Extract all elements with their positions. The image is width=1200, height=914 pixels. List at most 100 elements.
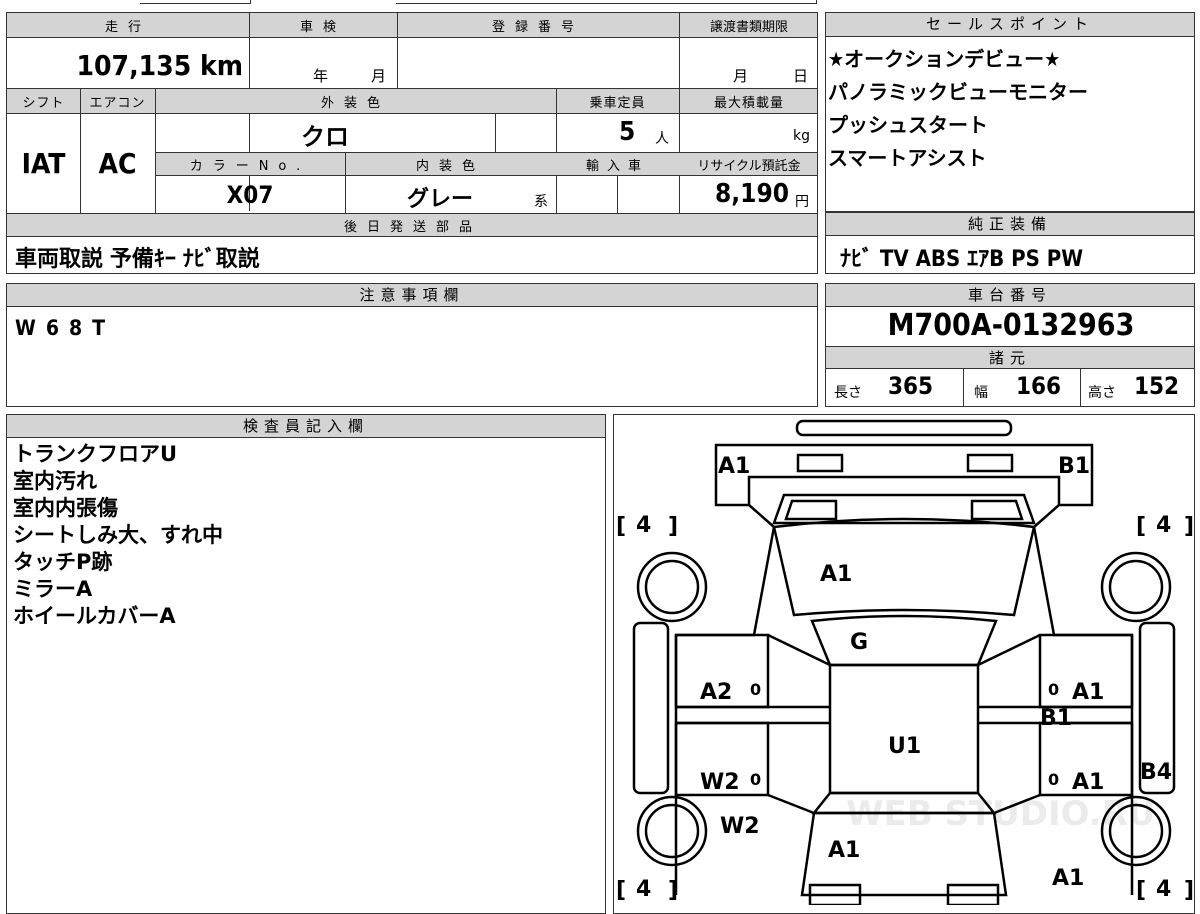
capacity-unit: 人 [655, 131, 669, 147]
inspector-line: ミラーA [13, 577, 93, 601]
mileage-value: 107,135 km [76, 49, 244, 82]
mark-rear-right-corner: A1 [1052, 866, 1084, 891]
height-label: 高さ [1088, 385, 1116, 401]
sales-points-header: セールスポイント [826, 13, 1194, 37]
genuine-equipment-box: 純正装備 ﾅﾋﾞ TV ABS ｴｱB PS PW [825, 212, 1195, 274]
wheel-rear-left-shape [636, 795, 708, 867]
windshield-shape [810, 614, 998, 667]
zero-mark: 0 [1048, 680, 1059, 699]
inspection-label: 車検 [299, 20, 346, 35]
mark-rear-panel: A1 [828, 838, 860, 863]
capacity-value: 5 [619, 117, 636, 147]
sales-points-box: セールスポイント ★オークションデビュー★ パノラミックビューモニター プッシュ… [825, 12, 1195, 212]
inspector-header: 検査員記入欄 [7, 415, 605, 438]
inspector-line: シートしみ大、すれ中 [13, 523, 223, 547]
car-diagram: [ ] [ ] [ ] [ ] 4 4 4 4 A1 B1 A1 G A2 W2… [616, 419, 1194, 905]
svg-text:[: [ [1136, 878, 1146, 903]
color-no-value: X07 [226, 181, 274, 209]
chassis-value: M700A-0132963 [887, 308, 1135, 343]
wheel-front-left-shape [636, 551, 708, 623]
width-value: 166 [1016, 372, 1062, 400]
inspector-line: 室内内張傷 [13, 496, 118, 520]
reg-no-label: 登録番号 [491, 20, 584, 35]
svg-text:]: ] [1184, 514, 1194, 539]
mark-right-mid: B1 [1040, 706, 1072, 731]
svg-text:]: ] [668, 514, 678, 539]
mark-left-front-door: A2 [700, 680, 732, 705]
length-label: 長さ [834, 385, 862, 401]
svg-text:[: [ [1136, 514, 1146, 539]
sales-point-item: パノラミックビューモニター [828, 80, 1088, 104]
mark-left-rear-door: W2 [700, 770, 740, 795]
genuine-equipment-header: 純正装備 [826, 213, 1194, 236]
aircon-value: AC [98, 147, 137, 180]
sales-point-item: プッシュスタート [828, 113, 988, 137]
inspector-box: 検査員記入欄 トランクフロアU 室内汚れ 室内内張傷 シートしみ大、すれ中 タッ… [6, 414, 606, 914]
transfer-deadline-label: 譲渡書類期限 [709, 20, 788, 35]
shift-label: シフト [22, 96, 65, 111]
mark-right-front-door: A1 [1072, 680, 1104, 705]
mark-windshield: G [850, 630, 868, 655]
ext-color-value: クロ [301, 123, 349, 151]
chassis-header: 車台番号 [826, 284, 1194, 307]
mark-left-rear-quarter: W2 [720, 814, 760, 839]
mark-front-right-corner: B1 [1058, 454, 1090, 479]
recycle-unit: 円 [795, 194, 809, 210]
car-diagram-box: [ ] [ ] [ ] [ ] 4 4 4 4 A1 B1 A1 G A2 W2… [613, 414, 1195, 914]
aircon-label: エアコン [89, 96, 146, 111]
int-color-label: 内装色 [415, 159, 485, 174]
mark-right-rear-quarter: B4 [1140, 760, 1172, 785]
genuine-equipment-value: ﾅﾋﾞ TV ABS ｴｱB PS PW [840, 247, 1084, 272]
deadline-month-unit: 月 [733, 67, 749, 85]
recycle-label: リサイクル預託金 [697, 159, 801, 174]
sales-points-list: ★オークションデビュー★ パノラミックビューモニター プッシュスタート スマート… [828, 43, 1088, 175]
zero-mark: 0 [1048, 770, 1059, 789]
inspection-year-unit: 年 [313, 67, 329, 85]
tire-rear-left-value: 4 [636, 877, 651, 902]
tire-front-left-value: 4 [636, 513, 651, 538]
hood-shape [772, 517, 1036, 617]
inspector-lines: トランクフロアU 室内汚れ 室内内張傷 シートしみ大、すれ中 タッチP跡 ミラー… [13, 441, 223, 630]
specs-header: 諸元 [826, 347, 1194, 369]
wheel-front-right-shape [1100, 551, 1172, 623]
front-bumper-shape [795, 419, 1013, 437]
zero-mark: 0 [750, 680, 761, 699]
int-color-suffix: 系 [534, 194, 548, 210]
max-load-label: 最大積載量 [713, 96, 784, 111]
height-value: 152 [1134, 372, 1180, 400]
mark-roof: U1 [888, 734, 921, 759]
int-color-value: グレー [406, 187, 473, 212]
inspector-line: トランクフロアU [13, 442, 178, 466]
sales-point-item: ★オークションデビュー★ [828, 47, 1061, 71]
color-no-label: カラーNo. [189, 159, 311, 174]
roof-shape [828, 663, 980, 795]
notes-value: W68T [15, 316, 116, 340]
mark-hood: A1 [820, 562, 852, 587]
inspector-line: タッチP跡 [13, 550, 113, 574]
inspector-line: 室内汚れ [13, 469, 97, 493]
width-label: 幅 [974, 385, 988, 401]
later-parts-value: 車両取説 予備ｷｰ ﾅﾋﾞ取説 [15, 247, 260, 272]
vehicle-info-sheet: 走行 車検 登録番号 譲渡書類期限 107,135 km 年 月 月 日 シフト… [6, 12, 818, 274]
svg-text:]: ] [668, 878, 678, 903]
inspection-month-unit: 月 [371, 67, 387, 85]
zero-mark: 0 [750, 770, 761, 789]
sales-point-item: スマートアシスト [828, 146, 987, 170]
later-parts-label: 後日発送部品 [343, 220, 482, 235]
top-strip [0, 0, 1200, 5]
left-headlight-shape [796, 453, 844, 473]
svg-text:[: [ [616, 514, 626, 539]
capacity-label: 乗車定員 [589, 96, 646, 111]
mark-front-left-corner: A1 [718, 454, 750, 479]
notes-box: 注意事項欄 W68T [6, 283, 818, 407]
svg-text:]: ] [1184, 878, 1194, 903]
watermark-text: WEB STUDIO.RU [846, 794, 1156, 834]
left-sill-shape [632, 621, 670, 795]
deadline-day-unit: 日 [793, 67, 809, 85]
mileage-label: 走行 [104, 20, 151, 35]
inspector-line: ホイールカバーA [13, 604, 176, 628]
tire-front-right-value: 4 [1156, 513, 1171, 538]
svg-text:[: [ [616, 878, 626, 903]
shift-value: IAT [21, 147, 66, 180]
length-value: 365 [888, 372, 934, 400]
